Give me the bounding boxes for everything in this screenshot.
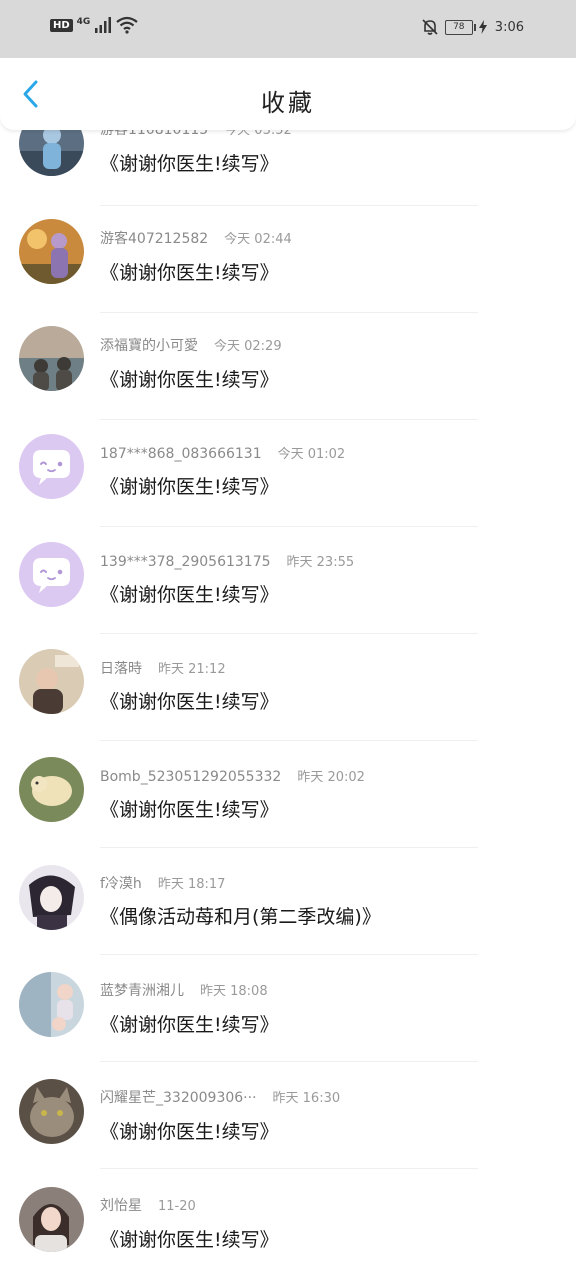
- battery-indicator: 78: [444, 19, 476, 35]
- book-title[interactable]: 《谢谢你医生!续写》: [100, 365, 279, 392]
- list-item[interactable]: 游客407212582 今天 02:44 《谢谢你医生!续写》: [0, 206, 576, 313]
- wifi-icon: [116, 16, 139, 34]
- username: 日落時: [100, 661, 142, 677]
- username: 187***868_083666131: [100, 446, 262, 462]
- username: f冷漠h: [100, 876, 142, 892]
- timestamp: 昨天 23:55: [286, 555, 355, 570]
- list-item[interactable]: 187***868_083666131 今天 01:02 《谢谢你医生!续写》: [0, 420, 576, 527]
- cafe-selfie-photo-avatar[interactable]: [19, 649, 84, 714]
- girl-sunset-photo-avatar[interactable]: [19, 219, 84, 284]
- list-item[interactable]: 闪耀星芒_332009306··· 昨天 16:30 《谢谢你医生!续写》: [0, 1062, 576, 1169]
- list-item[interactable]: 添福寶的小可愛 今天 02:29 《谢谢你医生!续写》: [0, 313, 576, 420]
- item-user-line: 日落時 昨天 21:12: [100, 658, 226, 678]
- book-title[interactable]: 《谢谢你医生!续写》: [100, 258, 279, 285]
- signal-icon: [95, 17, 112, 33]
- mute-bell-icon: [422, 19, 438, 35]
- item-user-line: f冷漠h 昨天 18:17: [100, 873, 225, 893]
- item-user-line: 刘怡星 11-20: [100, 1195, 196, 1215]
- username: 蓝梦青洲湘儿: [100, 983, 184, 999]
- couple-seaside-photo-avatar[interactable]: [19, 326, 84, 391]
- username: 游客407212582: [100, 231, 209, 247]
- item-user-line: 139***378_2905613175 昨天 23:55: [100, 551, 354, 570]
- default-chat-bubble-avatar[interactable]: [19, 542, 84, 607]
- cat-photo-avatar[interactable]: [19, 1079, 84, 1144]
- timestamp: 昨天 20:02: [297, 770, 365, 785]
- book-title[interactable]: 《谢谢你医生!续写》: [100, 472, 279, 499]
- list-item[interactable]: 蓝梦青洲湘儿 昨天 18:08 《谢谢你医生!续写》: [0, 955, 576, 1062]
- favorites-list[interactable]: 游客110810115 今天 03:52 《谢谢你医生!续写》 游客4072125…: [0, 0, 576, 1280]
- username: 139***378_2905613175: [100, 554, 271, 570]
- username: 添福寶的小可愛: [100, 338, 198, 354]
- book-title[interactable]: 《谢谢你医生!续写》: [100, 1225, 279, 1252]
- item-user-line: Bomb_523051292055332 昨天 20:02: [100, 766, 365, 785]
- charging-icon: [478, 20, 487, 34]
- status-right: 78 3:06: [421, 18, 524, 36]
- status-left: HD 4G: [50, 16, 139, 34]
- list-item[interactable]: f冷漠h 昨天 18:17 《偶像活动苺和月(第二季改编)》: [0, 848, 576, 955]
- list-item[interactable]: 139***378_2905613175 昨天 23:55 《谢谢你医生!续写》: [0, 527, 576, 634]
- hd-badge: HD: [50, 18, 73, 32]
- timestamp: 今天 01:02: [277, 447, 346, 462]
- status-time: 3:06: [494, 19, 524, 35]
- timestamp: 昨天 18:08: [200, 984, 268, 999]
- timestamp: 昨天 18:17: [157, 877, 226, 892]
- girl-collage-photo-avatar[interactable]: [19, 972, 84, 1037]
- book-title[interactable]: 《谢谢你医生!续写》: [100, 580, 279, 607]
- girl-portrait-photo-avatar[interactable]: [19, 1187, 84, 1252]
- anime-character-avatar[interactable]: [19, 865, 84, 930]
- list-item[interactable]: 日落時 昨天 21:12 《谢谢你医生!续写》: [0, 634, 576, 741]
- page-title: 收藏: [261, 89, 315, 117]
- book-title[interactable]: 《谢谢你医生!续写》: [100, 1010, 279, 1037]
- book-title[interactable]: 《谢谢你医生!续写》: [100, 687, 279, 714]
- item-user-line: 添福寶的小可愛 今天 02:29: [100, 335, 282, 355]
- username: Bomb_523051292055332: [100, 769, 282, 785]
- timestamp: 11-20: [158, 1199, 196, 1214]
- username: 刘怡星: [100, 1198, 142, 1214]
- timestamp: 今天 02:44: [224, 232, 292, 247]
- timestamp: 昨天 21:12: [158, 662, 226, 677]
- item-user-line: 游客407212582 今天 02:44: [100, 228, 292, 248]
- list-item[interactable]: 刘怡星 11-20 《谢谢你医生!续写》: [0, 1169, 576, 1276]
- item-user-line: 闪耀星芒_332009306··· 昨天 16:30: [100, 1087, 340, 1107]
- default-chat-bubble-avatar[interactable]: [19, 434, 84, 499]
- username: 闪耀星芒_332009306···: [100, 1090, 257, 1106]
- nav-bar: 收藏: [0, 58, 576, 130]
- book-title[interactable]: 《偶像活动苺和月(第二季改编)》: [100, 902, 381, 929]
- list-item[interactable]: Bomb_523051292055332 昨天 20:02 《谢谢你医生!续写》: [0, 741, 576, 848]
- timestamp: 昨天 16:30: [272, 1091, 341, 1106]
- book-title[interactable]: 《谢谢你医生!续写》: [100, 1117, 279, 1144]
- item-user-line: 蓝梦青洲湘儿 昨天 18:08: [100, 980, 268, 1000]
- book-title[interactable]: 《谢谢你医生!续写》: [100, 795, 279, 822]
- book-title[interactable]: 《谢谢你医生!续写》: [100, 149, 279, 176]
- item-user-line: 187***868_083666131 今天 01:02: [100, 443, 345, 462]
- network-type: 4G: [76, 17, 91, 27]
- puppy-photo-avatar[interactable]: [19, 757, 84, 822]
- status-bar: HD 4G 78 3:06: [0, 0, 576, 58]
- timestamp: 今天 02:29: [214, 339, 282, 354]
